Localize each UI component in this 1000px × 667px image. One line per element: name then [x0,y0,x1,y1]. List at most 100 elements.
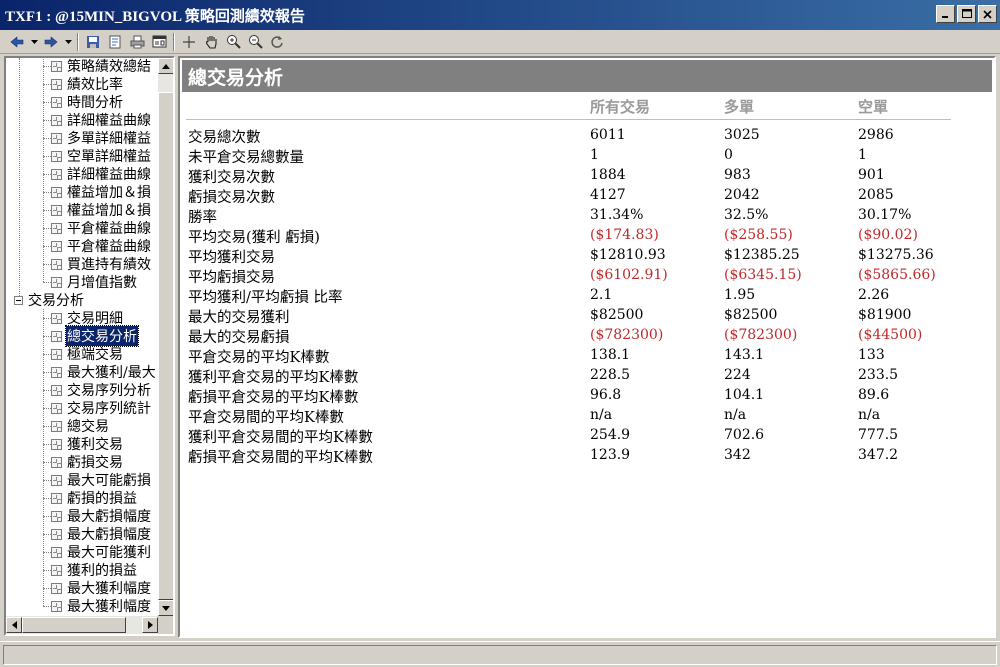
scroll-left-button[interactable] [6,617,22,633]
tree-item[interactable]: 獲利的損益 [51,561,138,579]
tree-item-label: 交易序列分析 [67,383,151,399]
refresh-button[interactable] [266,32,288,52]
tree-item[interactable]: 總交易 [51,417,110,435]
tree-item[interactable]: 平倉權益曲線 [51,219,152,237]
metric-label: 平倉交易間的平均K棒數 [188,410,344,426]
layout-button[interactable] [148,32,170,52]
value-long-trades: ($6345.15) [724,267,802,283]
tree-item[interactable]: 最大可能虧損 [51,471,152,489]
scroll-up-button[interactable] [158,58,173,74]
tree-item-label: 最大可能虧損 [67,473,151,489]
scrollbar-corner [158,616,173,634]
zoom-in-button[interactable] [222,32,244,52]
layout-icon [152,35,166,48]
value-short-trades: 347.2 [858,447,899,463]
toolbar-separator [173,32,175,51]
value-all-trades: 254.9 [590,427,631,443]
forward-dropdown-button[interactable] [62,32,74,52]
close-button[interactable] [978,5,997,23]
tree-item[interactable]: 策略績效總結 [51,58,152,75]
forward-button[interactable] [40,32,62,52]
report-tree: 策略績效總結 績效比率 時間分析 詳細權益曲線 多單詳細權益 空單詳細權益 詳細權益曲線 權益… [6,58,158,616]
minimize-button[interactable] [936,5,955,23]
value-short-trades: 233.5 [858,367,899,383]
value-long-trades: n/a [724,407,747,423]
zoom-out-button[interactable] [244,32,266,52]
back-dropdown-button[interactable] [28,32,40,52]
preview-button[interactable] [104,32,126,52]
tree-item[interactable]: 最大虧損幅度 [51,507,152,525]
report-tree-pane: 策略績效總結 績效比率 時間分析 詳細權益曲線 多單詳細權益 空單詳細權益 詳細權益曲線 權益… [4,56,175,636]
tree-item[interactable]: 總交易分析 [51,325,139,347]
metric-label: 最大的交易獲利 [188,310,290,326]
value-all-trades: 228.5 [590,367,631,383]
tree-item[interactable]: 虧損交易 [51,453,124,471]
tree-item[interactable]: 權益增加＆損 [51,201,152,219]
save-button[interactable] [82,32,104,52]
triangle-right-icon [147,621,153,629]
scroll-right-button[interactable] [142,617,158,633]
scroll-thumb[interactable] [158,92,173,600]
tree-item[interactable]: 最大獲利幅度 [51,579,152,597]
tree-item[interactable]: 交易序列統計 [51,399,152,417]
tree-item[interactable]: 最大獲利幅度 [51,597,152,615]
report-page-icon [51,420,62,432]
value-all-trades: 31.34% [590,207,644,223]
metric-label: 最大的交易虧損 [188,330,290,346]
tree-item[interactable]: 交易明細 [51,309,124,327]
value-short-trades: 2085 [858,187,894,203]
tree-item-label: 平倉權益曲線 [67,239,151,255]
tree-item[interactable]: 平倉權益曲線 [51,237,152,255]
tree-item[interactable]: 最大虧損幅度 [51,525,152,543]
value-long-trades: 3025 [724,127,760,143]
hand-button[interactable] [200,32,222,52]
tree-item[interactable]: 交易序列分析 [51,381,152,399]
window-title: TXF1 : @15MIN_BIGVOL 策略回測績效報告 [5,8,305,25]
tree-item[interactable]: 最大可能獲利 [51,543,152,561]
report-page-icon [51,492,62,504]
print-button[interactable] [126,32,148,52]
tree-item[interactable]: 月增值指數 [51,273,138,291]
tree-item[interactable]: 虧損的損益 [51,489,138,507]
report-page-icon [51,600,62,612]
tree-item[interactable]: 空單詳細權益 [51,147,152,165]
tree-item-label: 獲利交易 [67,437,123,453]
zoom-in-icon [226,35,241,49]
tree-item[interactable]: 權益增加＆損 [51,183,152,201]
report-page-icon [51,168,62,180]
tree-item[interactable]: 詳細權益曲線 [51,111,152,129]
tree-branch-line [43,174,51,175]
tree-item[interactable]: 最大獲利/最大 [51,363,157,381]
back-button[interactable] [6,32,28,52]
tree-item-label: 最大獲利/最大 [67,365,156,381]
tree-item[interactable]: 時間分析 [51,93,124,111]
report-page-icon [51,510,62,522]
tree-item[interactable]: 買進持有績效 [51,255,152,273]
tree-guide-line [19,58,20,300]
tree-horizontal-scrollbar[interactable] [6,616,158,634]
tree-branch-line [43,480,51,481]
value-short-trades: 2986 [858,127,894,143]
crosshair-button[interactable] [178,32,200,52]
tree-item[interactable]: 績效比率 [51,75,124,93]
tree-item[interactable]: 多單詳細權益 [51,129,152,147]
tree-branch-line [43,606,51,607]
value-short-trades: 901 [858,167,885,183]
value-long-trades: ($258.55) [724,227,793,243]
tree-branch-line [43,84,51,85]
maximize-button[interactable] [957,5,976,23]
tree-item[interactable]: 獲利交易 [51,435,124,453]
tree-item[interactable]: 極端交易 [51,345,124,363]
tree-branch-line [43,246,51,247]
tree-folder-item[interactable]: 交易分析 [14,291,85,309]
scroll-down-button[interactable] [158,600,173,616]
collapse-toggle-icon[interactable] [14,295,23,305]
tree-branch-line [43,120,51,121]
horizontal-scroll-thumb[interactable] [22,617,126,633]
value-all-trades: $12810.93 [590,247,666,263]
column-header-all: 所有交易 [590,98,651,116]
tree-branch-line [43,228,51,229]
tree-vertical-scrollbar[interactable] [158,58,173,616]
metric-label: 平倉交易的平均K棒數 [188,350,330,366]
tree-item[interactable]: 詳細權益曲線 [51,165,152,183]
